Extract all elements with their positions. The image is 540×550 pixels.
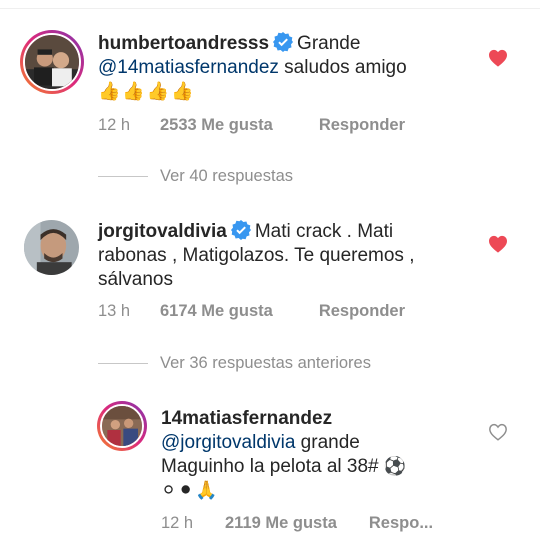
heart-filled-icon[interactable] <box>488 49 508 67</box>
heart-outline-icon[interactable] <box>488 423 508 441</box>
reply-button[interactable]: Respo... <box>369 514 433 533</box>
comment-username[interactable]: jorgitovaldivia <box>98 221 227 242</box>
comment-text-line3: sálvanos <box>98 269 173 290</box>
comment-time: 12 h <box>161 514 194 532</box>
comment-text-line2: rabonas , Matigolazos. Te queremos , <box>98 245 415 266</box>
replies-divider <box>98 363 148 365</box>
comment-text-cont: saludos amigo <box>278 57 407 78</box>
comment-text: Grande <box>297 33 361 54</box>
top-divider <box>0 8 540 9</box>
mention-link[interactable]: @jorgitovaldivia <box>161 432 295 453</box>
mention-link[interactable]: @14matiasfernandez <box>98 57 279 78</box>
comment-meta: 12 h 2533 Me gusta Responder <box>98 116 405 135</box>
comment-time: 12 h <box>98 116 131 134</box>
comment-time: 13 h <box>98 302 131 320</box>
comment-username[interactable]: 14matiasfernandez <box>161 408 332 429</box>
view-replies-link[interactable]: Ver 36 respuestas anteriores <box>160 354 371 372</box>
comment-username[interactable]: humbertoandresss <box>98 33 269 54</box>
replies-divider <box>98 176 148 178</box>
circles-pray-emoji: ⚪⚫🙏 <box>161 480 220 501</box>
avatar[interactable] <box>24 220 79 275</box>
reply-button[interactable]: Responder <box>319 116 405 135</box>
avatar[interactable] <box>20 30 84 94</box>
comment-meta: 13 h 6174 Me gusta Responder <box>98 302 405 321</box>
reply-button[interactable]: Responder <box>319 302 405 321</box>
avatar-photo <box>24 220 79 275</box>
comment-meta: 12 h 2119 Me gusta Respo... <box>161 514 433 533</box>
view-replies-row[interactable]: Ver 40 respuestas <box>98 167 293 186</box>
comment-text: grande <box>295 432 360 453</box>
avatar[interactable] <box>97 401 147 451</box>
verified-badge-icon <box>230 220 251 240</box>
likes-count-button[interactable]: 2119 Me gusta <box>225 514 337 533</box>
heart-filled-icon[interactable] <box>488 235 508 253</box>
verified-badge-icon <box>273 32 294 52</box>
view-replies-row[interactable]: Ver 36 respuestas anteriores <box>98 354 371 373</box>
thumbs-up-emoji: 👍👍👍👍 <box>98 81 196 102</box>
comment-text: Mati crack . Mati <box>254 221 394 242</box>
likes-count-button[interactable]: 2533 Me gusta <box>160 116 273 135</box>
soccer-ball-emoji: ⚽ <box>383 456 409 477</box>
view-replies-link[interactable]: Ver 40 respuestas <box>160 167 293 185</box>
avatar-photo <box>25 35 79 89</box>
avatar-photo <box>102 406 142 446</box>
likes-count-button[interactable]: 6174 Me gusta <box>160 302 273 321</box>
comment-text-line2: Maguinho la pelota al 38# <box>161 456 379 477</box>
